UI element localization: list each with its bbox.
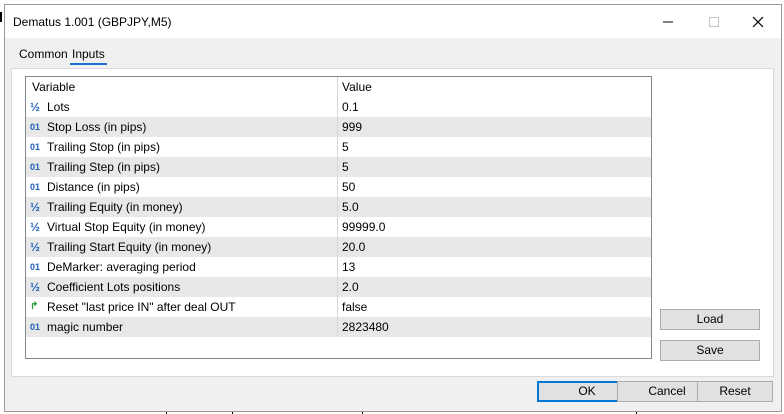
- variable-name: Stop Loss (in pips): [47, 120, 147, 134]
- table-row[interactable]: 01 Trailing Stop (in pips) 5: [26, 137, 651, 157]
- value-cell[interactable]: 5.0: [339, 197, 651, 217]
- value-cell[interactable]: 999: [339, 117, 651, 137]
- value-cell[interactable]: 2.0: [339, 277, 651, 297]
- table-row[interactable]: ½ Lots 0.1: [26, 97, 651, 117]
- variable-cell: 01 Distance (in pips): [26, 177, 338, 197]
- variable-cell: ½ Lots: [26, 97, 338, 117]
- double-type-icon: ½: [30, 240, 41, 254]
- window-title: Dematus 1.001 (GBPJPY,M5): [13, 15, 172, 29]
- reset-button[interactable]: Reset: [697, 381, 773, 402]
- variable-value: false: [342, 300, 368, 314]
- header-variable-label: Variable: [32, 80, 76, 94]
- table-row[interactable]: ½ Virtual Stop Equity (in money) 99999.0: [26, 217, 651, 237]
- variable-name: DeMarker: averaging period: [47, 260, 196, 274]
- properties-dialog: Dematus 1.001 (GBPJPY,M5) Common Inputs …: [4, 4, 782, 412]
- variable-name: magic number: [47, 320, 124, 334]
- integer-type-icon: 01: [30, 182, 41, 192]
- variable-value: 999: [342, 120, 363, 134]
- integer-type-icon: 01: [30, 142, 41, 152]
- double-type-icon: ½: [30, 100, 41, 114]
- table-row[interactable]: ½ Coefficient Lots positions 2.0: [26, 277, 651, 297]
- maximize-icon: [709, 16, 719, 27]
- table-row[interactable]: 01 magic number 2823480: [26, 317, 651, 337]
- variable-cell: ½ Trailing Start Equity (in money): [26, 237, 338, 257]
- tab-inputs[interactable]: Inputs: [70, 47, 107, 65]
- variable-cell: ½ Trailing Equity (in money): [26, 197, 338, 217]
- close-icon: [752, 16, 764, 27]
- variable-name: Trailing Step (in pips): [47, 160, 160, 174]
- variable-value: 20.0: [342, 240, 366, 254]
- maximize-button[interactable]: [691, 5, 737, 38]
- table-row[interactable]: ½ Trailing Start Equity (in money) 20.0: [26, 237, 651, 257]
- variable-value: 5: [342, 140, 349, 154]
- variable-value: 5.0: [342, 200, 359, 214]
- save-button[interactable]: Save: [660, 340, 760, 361]
- variable-value: 0.1: [342, 100, 359, 114]
- value-cell[interactable]: 5: [339, 137, 651, 157]
- value-cell[interactable]: 2823480: [339, 317, 651, 337]
- value-cell[interactable]: 50: [339, 177, 651, 197]
- variable-name: Reset "last price IN" after deal OUT: [47, 300, 236, 314]
- value-cell[interactable]: false: [339, 297, 651, 317]
- load-button[interactable]: Load: [660, 309, 760, 330]
- table-row[interactable]: ½ Trailing Equity (in money) 5.0: [26, 197, 651, 217]
- variable-cell: ½ Virtual Stop Equity (in money): [26, 217, 338, 237]
- variable-name: Virtual Stop Equity (in money): [47, 220, 206, 234]
- integer-type-icon: 01: [30, 322, 41, 332]
- variable-cell: 01 Trailing Stop (in pips): [26, 137, 338, 157]
- variable-name: Lots: [47, 100, 70, 114]
- variable-value: 99999.0: [342, 220, 386, 234]
- value-cell[interactable]: 5: [339, 157, 651, 177]
- variable-name: Distance (in pips): [47, 180, 140, 194]
- value-cell[interactable]: 0.1: [339, 97, 651, 117]
- variable-cell: 01 DeMarker: averaging period: [26, 257, 338, 277]
- minimize-button[interactable]: [645, 5, 691, 38]
- variable-value: 2823480: [342, 320, 389, 334]
- table-row[interactable]: 01 Trailing Step (in pips) 5: [26, 157, 651, 177]
- integer-type-icon: 01: [30, 262, 41, 272]
- integer-type-icon: 01: [30, 162, 41, 172]
- chart-fragment: [0, 12, 2, 22]
- title-bar: Dematus 1.001 (GBPJPY,M5): [5, 5, 781, 38]
- inputs-grid[interactable]: Variable Value ½ Lots 0.1 01 Stop Loss (in p…: [25, 76, 652, 359]
- variable-value: 2.0: [342, 280, 359, 294]
- minimize-icon: [663, 21, 673, 22]
- variable-value: 50: [342, 180, 356, 194]
- value-cell[interactable]: 13: [339, 257, 651, 277]
- double-type-icon: ½: [30, 200, 41, 214]
- table-row[interactable]: 01 Distance (in pips) 50: [26, 177, 651, 197]
- header-variable[interactable]: Variable: [26, 77, 338, 97]
- variable-cell: 01 Trailing Step (in pips): [26, 157, 338, 177]
- variable-name: Trailing Stop (in pips): [47, 140, 160, 154]
- header-value[interactable]: Value: [339, 77, 651, 97]
- variable-name: Trailing Equity (in money): [47, 200, 183, 214]
- variable-name: Trailing Start Equity (in money): [47, 240, 212, 254]
- table-row[interactable]: 01 Stop Loss (in pips) 999: [26, 117, 651, 137]
- variable-value: 13: [342, 260, 356, 274]
- value-cell[interactable]: 20.0: [339, 237, 651, 257]
- variable-cell: ½ Coefficient Lots positions: [26, 277, 338, 297]
- value-cell[interactable]: 99999.0: [339, 217, 651, 237]
- table-row[interactable]: ↱ Reset "last price IN" after deal OUT fal…: [26, 297, 651, 317]
- variable-cell: 01 Stop Loss (in pips): [26, 117, 338, 137]
- table-row[interactable]: 01 DeMarker: averaging period 13: [26, 257, 651, 277]
- close-button[interactable]: [735, 5, 781, 38]
- variable-cell: 01 magic number: [26, 317, 338, 337]
- grid-header: Variable Value: [26, 77, 651, 97]
- variable-name: Coefficient Lots positions: [47, 280, 181, 294]
- boolean-type-icon: ↱: [30, 301, 39, 312]
- double-type-icon: ½: [30, 220, 41, 234]
- double-type-icon: ½: [30, 280, 41, 294]
- tab-common[interactable]: Common: [17, 47, 70, 61]
- integer-type-icon: 01: [30, 122, 41, 132]
- variable-cell: ↱ Reset "last price IN" after deal OUT: [26, 297, 338, 317]
- header-value-label: Value: [342, 80, 372, 94]
- variable-value: 5: [342, 160, 349, 174]
- inputs-panel: Variable Value ½ Lots 0.1 01 Stop Loss (in p…: [11, 68, 774, 377]
